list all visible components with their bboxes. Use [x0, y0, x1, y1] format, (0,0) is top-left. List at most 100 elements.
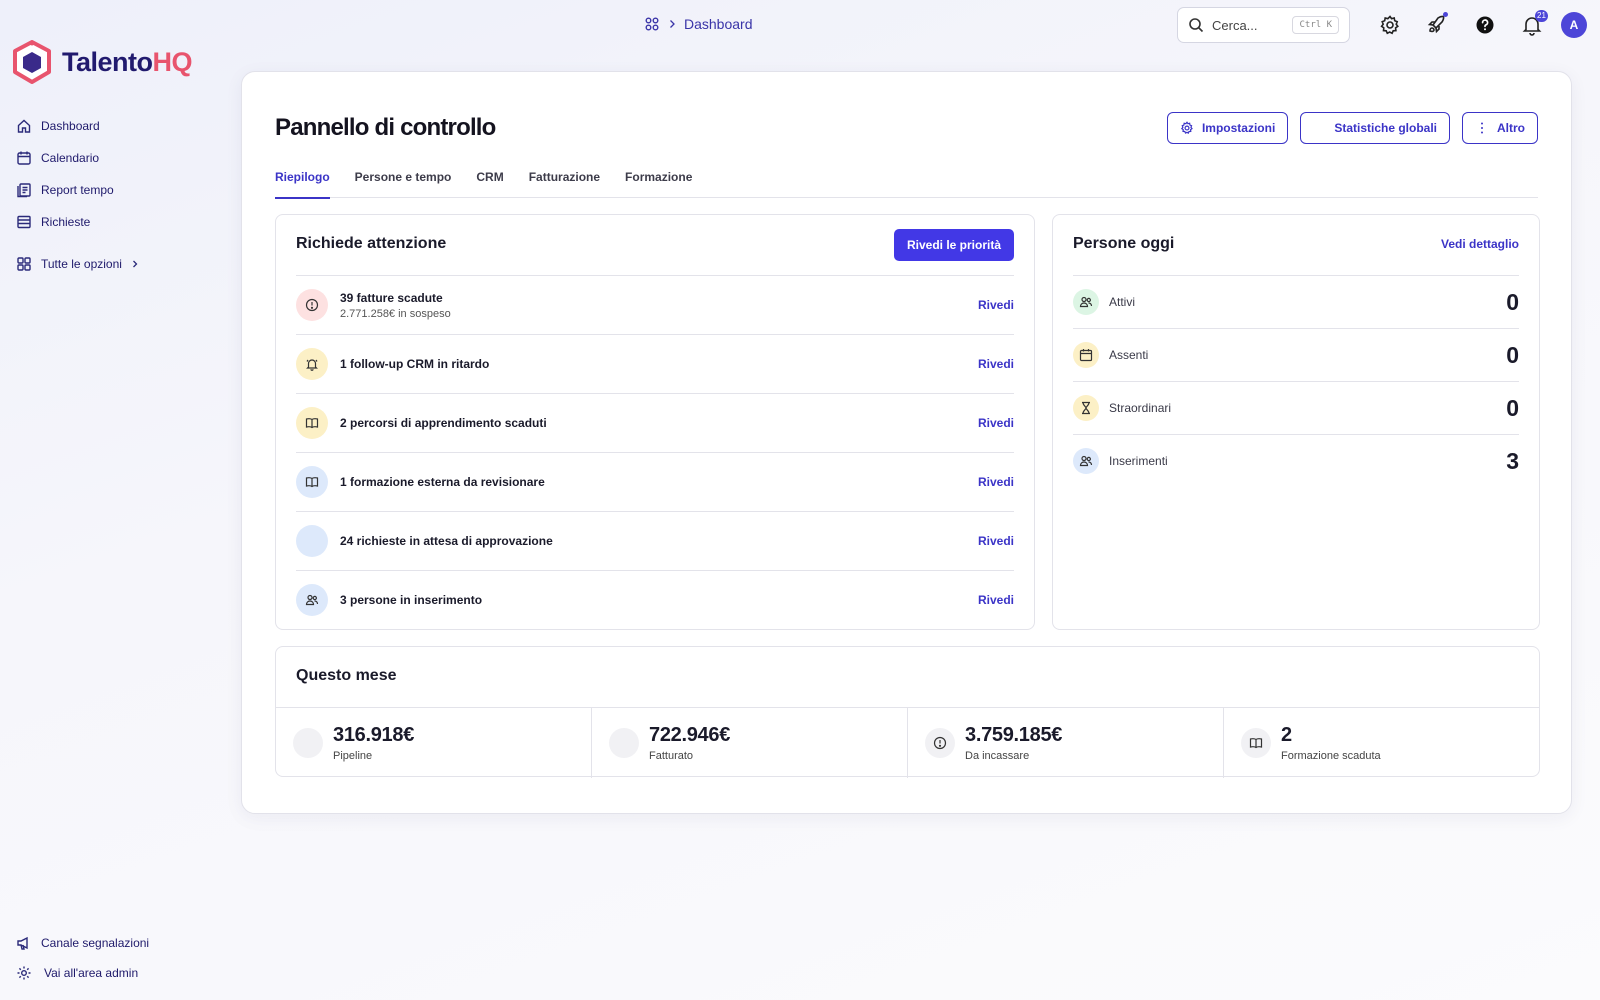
calendar-icon — [17, 151, 31, 165]
stat-fatturato: 722.946€ Fatturato — [591, 708, 907, 778]
people-row-value: 0 — [1506, 341, 1519, 368]
attention-item: 1 formazione esterna da revisionare Rive… — [296, 452, 1014, 511]
hourglass-icon — [1082, 401, 1090, 415]
book-icon — [305, 477, 319, 488]
avatar[interactable]: A — [1561, 12, 1587, 38]
gear-icon — [1180, 121, 1193, 134]
people-row: Attivi 0 — [1073, 275, 1519, 328]
review-priorities-button[interactable]: Rivedi le priorità — [893, 229, 1014, 261]
attention-item: 2 percorsi di apprendimento scaduti Rive… — [296, 393, 1014, 452]
stat-value: 722.946€ — [649, 724, 731, 746]
sidebar-item-calendario[interactable]: Calendario — [16, 142, 139, 174]
stat-value: 2 — [1281, 724, 1292, 746]
sidebar-item-label: Calendario — [41, 151, 100, 165]
tab-formazione[interactable]: Formazione — [625, 167, 692, 198]
this-month-card: Questo mese 316.918€ Pipeline 722.946€ F… — [275, 646, 1540, 778]
sidebar-item-richieste[interactable]: Richieste — [16, 206, 139, 238]
stat-icon-badge — [1241, 728, 1271, 758]
people-today-list: Attivi 0 Assenti 0 Straordinari 0 Inseri… — [1073, 275, 1519, 487]
people-row: Inserimenti 3 — [1073, 434, 1519, 487]
review-link[interactable]: Rivedi — [978, 534, 1014, 548]
sidebar-item-canale-segnalazioni[interactable]: Canale segnalazioni — [16, 928, 149, 958]
sidebar-bottom-nav: Canale segnalazioni Vai all'area admin — [16, 928, 149, 988]
list-icon — [17, 215, 31, 229]
attention-item: 24 richieste in attesa di approvazione R… — [296, 511, 1014, 570]
stat-icon-badge — [925, 728, 955, 758]
stat-value: 3.759.185€ — [965, 724, 1063, 746]
attention-card: Richiede attenzione Rivedi le priorità 3… — [275, 214, 1035, 630]
review-link[interactable]: Rivedi — [978, 357, 1014, 371]
sidebar-item-label: Richieste — [41, 215, 91, 229]
bell-icon — [306, 359, 318, 371]
rocket-icon[interactable] — [1425, 14, 1447, 36]
view-detail-link[interactable]: Vedi dettaglio — [1441, 237, 1519, 251]
tab-persone-e-tempo[interactable]: Persone e tempo — [355, 167, 452, 198]
sidebar-item-report-tempo[interactable]: Report tempo — [16, 174, 139, 206]
sidebar-nav: Dashboard Calendario Report tempo Richie… — [16, 110, 139, 280]
megaphone-icon — [17, 936, 28, 950]
attention-item: 39 fatture scadute 2.771.258€ in sospeso… — [296, 275, 1014, 334]
attention-item: 3 persone in inserimento Rivedi — [296, 570, 1014, 629]
report-icon — [17, 183, 31, 198]
home-icon — [17, 119, 31, 133]
review-link[interactable]: Rivedi — [978, 416, 1014, 430]
attention-icon-badge — [296, 584, 328, 616]
people-row: Straordinari 0 — [1073, 381, 1519, 434]
this-month-stats: 316.918€ Pipeline 722.946€ Fatturato 3.7… — [276, 707, 1539, 778]
page-title: Pannello di controllo — [275, 114, 496, 141]
more-button[interactable]: Altro — [1462, 112, 1538, 144]
cube-logo-icon — [13, 40, 51, 84]
people-icon-badge — [1073, 289, 1099, 315]
sidebar-item-label: Canale segnalazioni — [41, 936, 150, 950]
sidebar-item-label: Report tempo — [41, 183, 114, 197]
people-row-value: 3 — [1506, 447, 1519, 474]
attention-icon-badge — [296, 525, 328, 557]
sidebar-item-admin[interactable]: Vai all'area admin — [16, 958, 149, 988]
brand-logo[interactable]: TalentoHQ — [12, 40, 192, 84]
people-row: Assenti 0 — [1073, 328, 1519, 381]
main-panel: Pannello di controllo Impostazioni Stati… — [241, 71, 1572, 814]
attention-icon-badge — [296, 407, 328, 439]
people-row-label: Straordinari — [1109, 401, 1172, 415]
settings-button[interactable]: Impostazioni — [1166, 112, 1289, 144]
settings-gear-icon[interactable] — [1379, 14, 1401, 36]
tab-crm[interactable]: CRM — [476, 167, 503, 198]
global-stats-button[interactable]: Statistiche globali — [1300, 112, 1450, 144]
attention-item-text: 24 richieste in attesa di approvazione — [340, 534, 553, 548]
review-link[interactable]: Rivedi — [978, 593, 1014, 607]
grid-icon — [17, 257, 31, 271]
stat-icon-badge — [609, 728, 639, 758]
breadcrumb-current[interactable]: Dashboard — [684, 16, 753, 32]
tab-bar: Riepilogo Persone e tempo CRM Fatturazio… — [275, 167, 1538, 199]
people-row-value: 0 — [1506, 288, 1519, 315]
help-icon[interactable] — [1474, 14, 1496, 36]
people-today-card: Persone oggi Vedi dettaglio Attivi 0 Ass… — [1052, 214, 1540, 630]
stat-pipeline: 316.918€ Pipeline — [276, 708, 591, 778]
review-link[interactable]: Rivedi — [978, 298, 1014, 312]
review-link[interactable]: Rivedi — [978, 475, 1014, 489]
sidebar-item-label: Tutte le opzioni — [41, 257, 122, 271]
calendar-icon — [1079, 349, 1093, 362]
chevron-right-icon — [670, 20, 675, 28]
sidebar-item-dashboard[interactable]: Dashboard — [16, 110, 139, 142]
people-icon-badge — [1073, 448, 1099, 474]
users-icon — [305, 594, 319, 606]
more-button-label: Altro — [1497, 121, 1525, 135]
tab-fatturazione[interactable]: Fatturazione — [529, 167, 600, 198]
sidebar-item-all-options[interactable]: Tutte le opzioni — [16, 248, 139, 280]
search-input[interactable]: Cerca... Ctrl K — [1177, 7, 1350, 43]
settings-button-label: Impostazioni — [1201, 121, 1276, 135]
brand-name-part2: HQ — [152, 46, 193, 77]
rocket-indicator-dot — [1443, 12, 1448, 17]
sidebar-item-label: Dashboard — [41, 119, 100, 133]
this-month-title: Questo mese — [296, 667, 397, 684]
book-icon — [1249, 738, 1263, 749]
alert-circle-icon — [305, 298, 319, 312]
attention-item-subtext: 2.771.258€ in sospeso — [340, 307, 451, 320]
users-icon — [1079, 296, 1093, 308]
grid-icon[interactable] — [644, 16, 660, 32]
tab-riepilogo[interactable]: Riepilogo — [275, 167, 330, 199]
breadcrumb: Dashboard — [644, 16, 753, 32]
attention-list: 39 fatture scadute 2.771.258€ in sospeso… — [296, 275, 1014, 629]
people-row-label: Attivi — [1109, 295, 1136, 309]
